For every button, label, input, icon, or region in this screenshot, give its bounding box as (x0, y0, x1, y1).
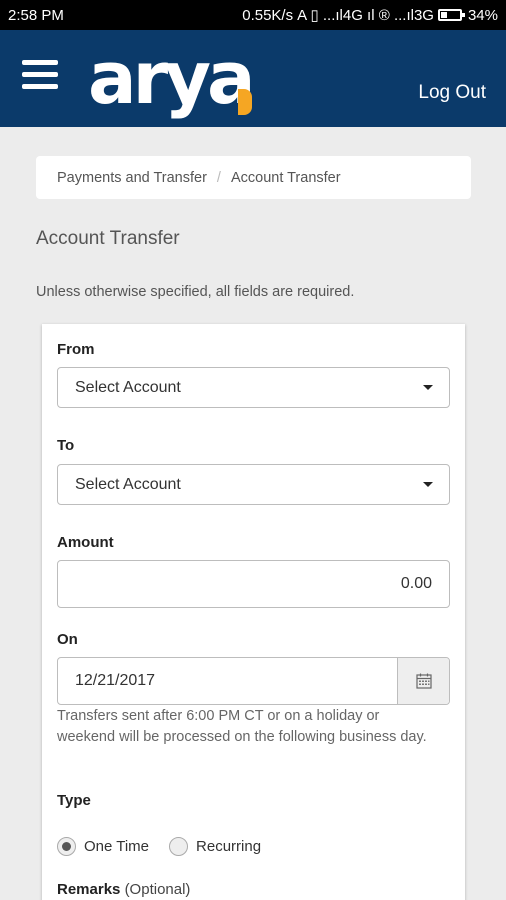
battery-icon (437, 9, 465, 21)
radio-one-time[interactable]: One Time (57, 837, 149, 856)
type-radio-group: One Time Recurring (57, 837, 281, 856)
page-title: Account Transfer (36, 228, 180, 249)
radio-recurring[interactable]: Recurring (169, 837, 261, 856)
breadcrumb-payments[interactable]: Payments and Transfer (57, 170, 207, 186)
signal-icons: A ▯ ...ıl4G ıl ® ...ıl3G (297, 7, 434, 24)
date-value: 12/21/2017 (75, 672, 156, 689)
date-field: 12/21/2017 (57, 657, 450, 705)
battery-percent: 34% (467, 6, 498, 24)
status-bar: 2:58 PM 0.55K/s A ▯ ...ıl4G ıl ® ...ıl3G… (0, 0, 506, 30)
amount-value: 0.00 (400, 575, 432, 592)
remarks-optional-text: (Optional) (124, 881, 191, 898)
from-account-select[interactable]: Select Account (57, 367, 450, 408)
type-label: Type (57, 792, 91, 809)
from-label: From (57, 341, 95, 358)
caret-down-icon (423, 385, 433, 390)
on-label: On (57, 631, 78, 648)
to-account-select[interactable]: Select Account (57, 464, 450, 505)
to-label: To (57, 437, 75, 454)
calendar-button[interactable] (397, 658, 449, 704)
date-input[interactable]: 12/21/2017 (58, 658, 397, 704)
arya-logo: arya (88, 36, 256, 120)
network-speed: 0.55K/s (242, 6, 294, 24)
logo-accent (238, 89, 252, 115)
caret-down-icon (423, 482, 433, 487)
logout-link[interactable]: Log Out (418, 82, 486, 104)
app-header: arya Log Out (0, 30, 506, 127)
breadcrumb-current: Account Transfer (230, 169, 341, 186)
from-account-value: Select Account (75, 378, 181, 396)
breadcrumb-separator: / (216, 169, 221, 186)
remarks-label: Remarks (Optional) (57, 881, 190, 898)
radio-selected-icon (57, 837, 76, 856)
amount-label: Amount (57, 534, 114, 551)
radio-unselected-icon (169, 837, 189, 856)
status-time: 2:58 PM (8, 6, 64, 24)
to-account-value: Select Account (75, 475, 181, 493)
calendar-icon (415, 673, 432, 689)
transfer-form-card: From Select Account To Select Account Am… (42, 324, 465, 900)
hamburger-icon[interactable] (22, 60, 58, 92)
radio-one-time-label: One Time (84, 838, 150, 855)
status-indicators: 0.55K/s A ▯ ...ıl4G ıl ® ...ıl3G 34% (242, 6, 498, 25)
cutoff-help-text: Transfers sent after 6:00 PM CT or on a … (57, 708, 427, 745)
amount-input[interactable]: 0.00 (57, 560, 450, 608)
breadcrumb: Payments and Transfer / Account Transfer (36, 156, 471, 199)
instructions-text: Unless otherwise specified, all fields a… (36, 284, 355, 300)
remarks-label-text: Remarks (57, 881, 121, 898)
radio-recurring-label: Recurring (196, 838, 262, 855)
